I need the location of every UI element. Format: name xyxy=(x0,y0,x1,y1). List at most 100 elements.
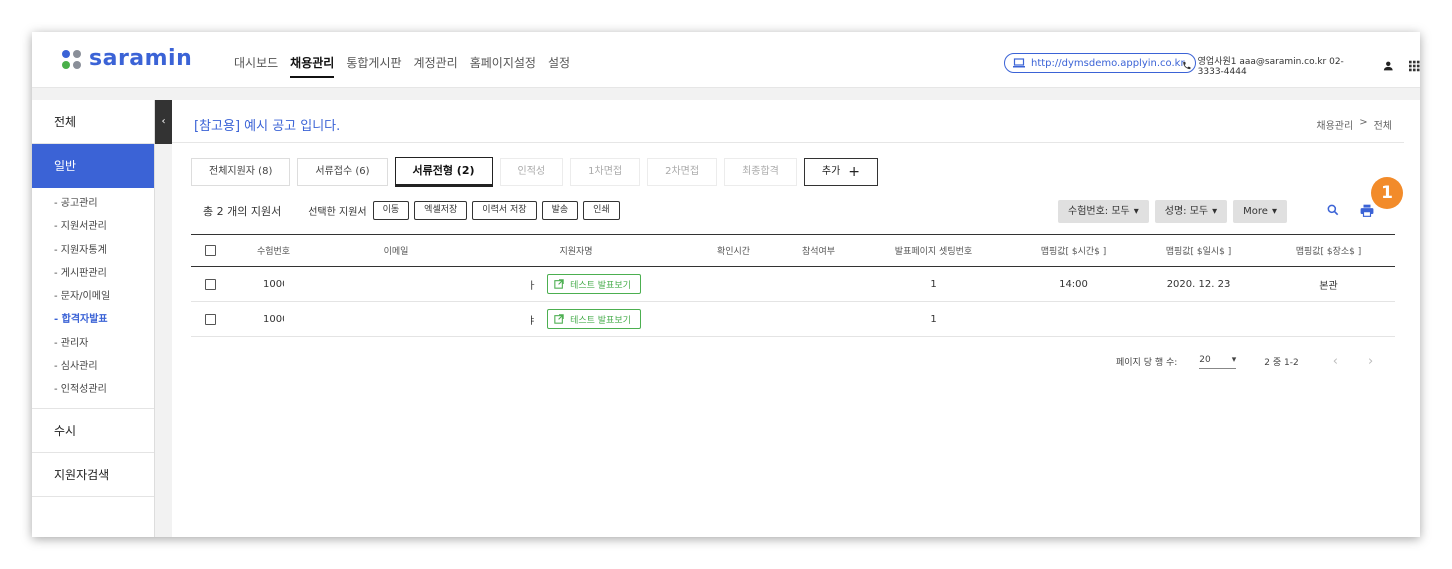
sidebar-collapse-button[interactable]: ‹ xyxy=(155,100,172,144)
sidebar-subitem-sms-email[interactable]: - 문자/이메일 xyxy=(54,285,154,308)
sidebar-item-applicant-search[interactable]: 지원자검색 xyxy=(32,453,154,497)
apps-grid-icon[interactable] xyxy=(1409,60,1420,72)
breadcrumb: 채용관리 > 전체 xyxy=(1316,117,1392,132)
contact-area: 영업사원1 aaa@saramin.co.kr 02-3333-4444 xyxy=(1182,54,1420,77)
row-checkbox[interactable] xyxy=(204,313,216,325)
resume-save-button[interactable]: 이력서 저장 xyxy=(472,201,537,220)
application-count: 총 2 개의 지원서 xyxy=(203,204,282,218)
sidebar-subitem-statistics[interactable]: - 지원자통계 xyxy=(54,239,154,262)
nav-dashboard[interactable]: 대시보드 xyxy=(234,54,278,78)
tab-all-applicants[interactable]: 전체지원자 (8) xyxy=(191,158,291,186)
add-stage-button[interactable]: 추가 + xyxy=(803,158,879,186)
pagination: 페이지 당 행 수: 20 ▾ 2 중 1-2 ‹ › xyxy=(1116,354,1373,369)
map-date xyxy=(1146,302,1251,336)
tab-document-received[interactable]: 서류접수 (6) xyxy=(297,158,388,186)
sidebar-subitem-board[interactable]: - 게시판관리 xyxy=(54,262,154,285)
row-checkbox[interactable] xyxy=(204,278,216,290)
site-url-text: http://dymsdemo.applyin.co.kr xyxy=(1031,57,1185,69)
col-applicant-name[interactable]: 지원자명 xyxy=(521,235,631,266)
search-icon[interactable] xyxy=(1326,203,1340,217)
select-all-checkbox[interactable] xyxy=(204,245,216,256)
tab-first-interview[interactable]: 1차면접 xyxy=(570,158,641,186)
sidebar-subitem-applications[interactable]: - 지원서관리 xyxy=(54,215,154,238)
stage-tabs: 전체지원자 (8) 서류접수 (6) 서류전형 (2) 인적성 1차면접 2차면… xyxy=(191,157,879,187)
sidebar-submenu: - 공고관리 - 지원서관리 - 지원자통계 - 게시판관리 - 문자/이메일 … xyxy=(32,188,154,409)
excel-save-button[interactable]: 엑셀저장 xyxy=(414,201,468,220)
rows-per-page-value: 20 xyxy=(1199,354,1211,365)
rows-per-page-label: 페이지 당 행 수: xyxy=(1116,358,1178,368)
page-range: 2 중 1-2 xyxy=(1264,358,1299,368)
filter-group: 수험번호: 모두 ▾ 성명: 모두 ▾ More ▾ xyxy=(1058,200,1287,223)
tab-aptitude[interactable]: 인적성 xyxy=(499,158,564,186)
phone-icon xyxy=(1183,61,1191,70)
exam-number: 1000 xyxy=(263,313,284,325)
logo-text: saramin xyxy=(89,46,193,71)
setting-number: 1 xyxy=(930,278,937,290)
send-button[interactable]: 발송 xyxy=(541,201,579,220)
print-icon[interactable] xyxy=(1360,204,1374,217)
sidebar-item-rolling[interactable]: 수시 xyxy=(32,409,154,453)
applicant-name: ㅑ xyxy=(527,315,537,327)
nav-settings[interactable]: 설정 xyxy=(548,54,570,78)
nav-accounts[interactable]: 계정관리 xyxy=(414,54,458,78)
map-place xyxy=(1276,302,1381,336)
test-announcement-button[interactable]: 테스트 발표보기 xyxy=(547,309,641,329)
prev-page-button[interactable]: ‹ xyxy=(1333,354,1338,369)
tab-second-interview[interactable]: 2차면접 xyxy=(647,158,718,186)
tab-final-pass[interactable]: 최종합격 xyxy=(724,158,797,186)
header-divider-band xyxy=(32,88,1420,100)
breadcrumb-all[interactable]: 전체 xyxy=(1374,117,1392,132)
exam-number-filter-label: 수험번호: 모두 xyxy=(1068,206,1130,217)
main-nav: 대시보드 채용관리 통합게시판 계정관리 홈페이지설정 설정 xyxy=(234,54,570,78)
name-filter-label: 성명: 모두 xyxy=(1164,206,1209,217)
nav-recruitment[interactable]: 채용관리 xyxy=(290,54,335,78)
plus-icon: + xyxy=(848,164,861,180)
logo-dots-icon xyxy=(62,48,84,70)
chevron-down-icon: ▾ xyxy=(1133,206,1139,217)
rows-per-page-select[interactable]: 20 ▾ xyxy=(1199,354,1237,369)
col-exam-number[interactable]: 수험번호 xyxy=(236,235,311,266)
tab-document-screening[interactable]: 서류전형 (2) xyxy=(394,157,493,187)
col-attendance[interactable]: 참석여부 xyxy=(781,235,856,266)
step-number-badge: 1 xyxy=(1371,177,1403,209)
applicant-name: ㅏ xyxy=(527,280,537,292)
nav-homepage[interactable]: 홈페이지설정 xyxy=(470,54,536,78)
sidebar-subitem-review[interactable]: - 심사관리 xyxy=(54,355,154,378)
laptop-icon xyxy=(1013,58,1025,68)
col-check-time[interactable]: 확인시간 xyxy=(696,235,771,266)
exam-number: 1000 xyxy=(263,278,284,290)
saramin-logo[interactable]: saramin xyxy=(62,46,192,71)
test-announcement-button[interactable]: 테스트 발표보기 xyxy=(547,274,641,294)
test-announcement-label: 테스트 발표보기 xyxy=(570,280,631,291)
sidebar-subitem-aptitude[interactable]: - 인적성관리 xyxy=(54,378,154,401)
name-filter[interactable]: 성명: 모두 ▾ xyxy=(1154,200,1228,223)
col-map-place[interactable]: 맵핑값[ $장소$ ] xyxy=(1276,235,1381,266)
move-button[interactable]: 이동 xyxy=(372,201,410,220)
more-filter[interactable]: More ▾ xyxy=(1233,200,1287,223)
print-button[interactable]: 인쇄 xyxy=(583,201,620,220)
sidebar-subitem-posting[interactable]: - 공고관리 xyxy=(54,192,154,215)
breadcrumb-recruitment[interactable]: 채용관리 xyxy=(1316,117,1353,132)
nav-board[interactable]: 통합게시판 xyxy=(346,54,401,78)
sidebar-item-all[interactable]: 전체 xyxy=(32,100,154,144)
col-setting-number[interactable]: 발표페이지 셋팅번호 xyxy=(871,235,996,266)
next-page-button[interactable]: › xyxy=(1368,354,1373,369)
user-icon[interactable] xyxy=(1383,60,1394,72)
selected-label: 선택한 지원서 xyxy=(308,207,367,218)
col-map-time[interactable]: 맵핑값[ $시간$ ] xyxy=(1021,235,1126,266)
table-row[interactable]: 1000 ㅑ 테스트 발표보기 1 xyxy=(191,302,1395,337)
applicant-table: 수험번호 이메일 지원자명 확인시간 참석여부 발표페이지 셋팅번호 맵핑값[ … xyxy=(191,234,1395,337)
page-title: [참고용] 예시 공고 입니다. xyxy=(194,119,341,134)
sidebar-item-general[interactable]: 일반 xyxy=(32,144,154,188)
sidebar-subitem-admin[interactable]: - 관리자 xyxy=(54,332,154,355)
sidebar-subitem-announcement[interactable]: - 합격자발표 xyxy=(54,308,154,331)
main-content: [참고용] 예시 공고 입니다. 채용관리 > 전체 전체지원자 (8) 서류접… xyxy=(172,100,1420,537)
setting-number: 1 xyxy=(930,313,937,325)
col-email[interactable]: 이메일 xyxy=(341,235,451,266)
map-time: 14:00 xyxy=(1059,278,1088,290)
action-toolbar: 총 2 개의 지원서 선택한 지원서 이동 엑셀저장 이력서 저장 발송 인쇄 xyxy=(203,201,620,220)
site-url-button[interactable]: http://dymsdemo.applyin.co.kr xyxy=(1004,53,1196,73)
col-map-date[interactable]: 맵핑값[ $일시$ ] xyxy=(1146,235,1251,266)
table-row[interactable]: 1000 ㅏ 테스트 발표보기 1 14:00 2020. 12. 23 본관 xyxy=(191,267,1395,302)
exam-number-filter[interactable]: 수험번호: 모두 ▾ xyxy=(1058,200,1149,223)
